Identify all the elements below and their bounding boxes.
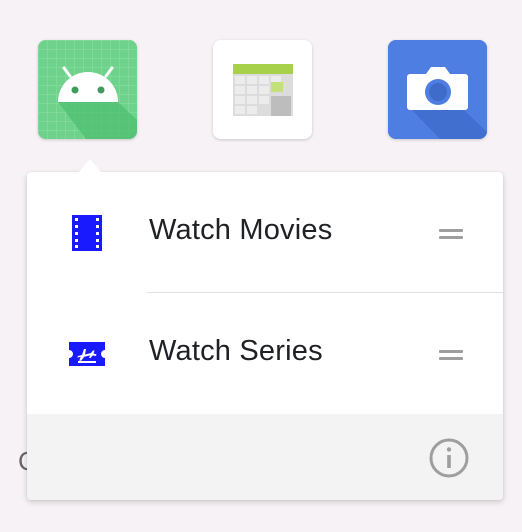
shortcut-watch-series[interactable]: Watch Series [27,293,503,413]
calendar-app-icon[interactable] [213,40,312,139]
shortcut-label: Watch Movies [149,214,333,246]
calendar-icon [213,40,312,139]
shortcut-watch-movies[interactable]: Watch Movies [27,172,503,292]
film-icon [72,215,102,251]
drag-handle-icon[interactable] [439,229,463,239]
drag-handle-icon[interactable] [439,350,463,360]
app-shortcuts-popup: Watch Movies Watch Series [27,172,503,500]
android-icon [38,40,137,139]
shortcut-label: Watch Series [149,335,323,367]
android-app-icon[interactable] [38,40,137,139]
camera-icon [388,40,487,139]
popup-footer [27,414,503,500]
ticket-icon [69,342,105,366]
info-icon[interactable] [429,438,469,478]
camera-app-icon[interactable] [388,40,487,139]
popup-arrow [78,159,102,173]
